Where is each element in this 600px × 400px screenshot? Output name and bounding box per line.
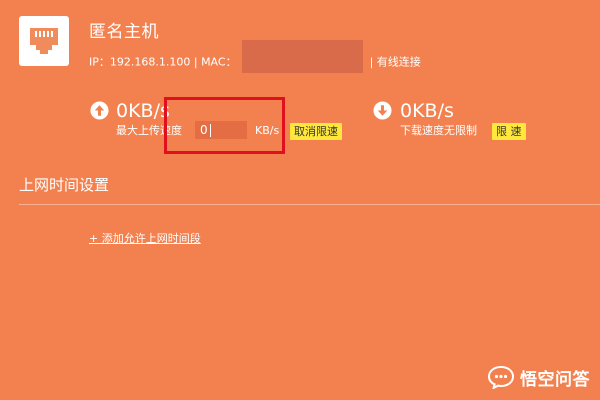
add-time-slot-link[interactable]: + 添加允许上网时间段 [89, 232, 201, 246]
connection-type: | 有线连接 [369, 55, 421, 69]
download-arrow-icon [373, 101, 392, 120]
device-meta: IP：192.168.1.100 | MAC： | 有线连接 [89, 40, 421, 73]
upload-arrow-icon [90, 101, 109, 120]
separator: | [193, 55, 202, 69]
mac-redaction [242, 40, 364, 73]
mac-label: MAC： [201, 55, 237, 69]
download-label: 下载速度无限制 [400, 124, 477, 137]
highlight-annotation-box [164, 97, 285, 154]
ip-address: IP：192.168.1.100 [89, 55, 191, 69]
device-name: 匿名主机 [89, 22, 159, 42]
download-speed: 0KB/s [400, 100, 454, 122]
watermark: 悟空问答 [487, 364, 590, 390]
ethernet-port-icon [30, 28, 58, 54]
set-limit-button[interactable]: 限 速 [492, 123, 526, 140]
device-icon-tile [19, 16, 69, 66]
watermark-text: 悟空问答 [520, 369, 590, 390]
schedule-title: 上网时间设置 [19, 176, 110, 194]
section-divider [19, 204, 600, 205]
chat-bubble-logo-icon [487, 365, 515, 389]
upload-speed: 0KB/s [116, 100, 170, 122]
cancel-limit-button[interactable]: 取消限速 [290, 123, 342, 140]
